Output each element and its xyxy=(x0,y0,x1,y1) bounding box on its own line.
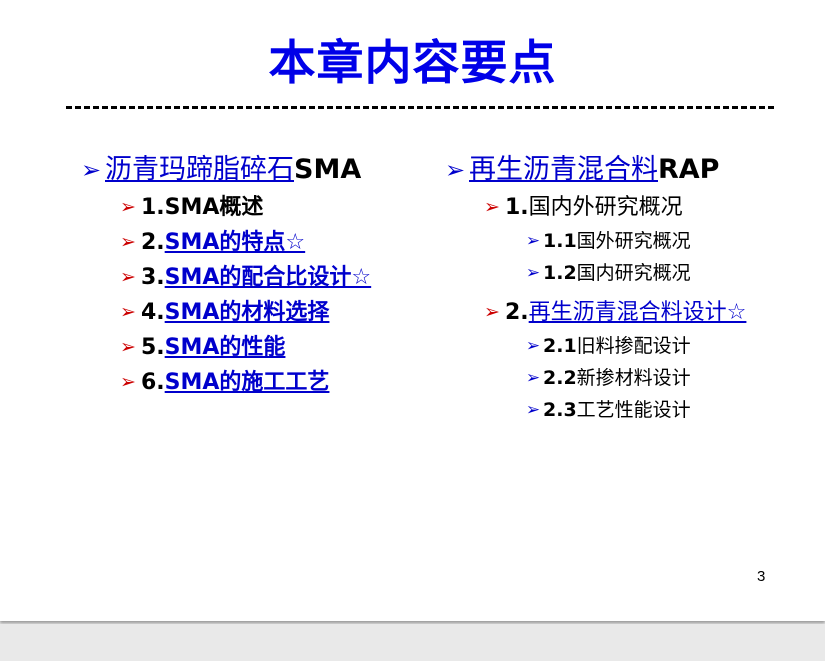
slide-title: 本章内容要点 xyxy=(268,36,557,91)
item-number: 1.2 xyxy=(543,262,577,284)
item-number: 2. xyxy=(141,230,165,255)
sub-list-item: ➢ 1.2国内研究概况 xyxy=(523,259,781,287)
right-column: ➢ 再生沥青混合料RAP ➢ 1.国内外研究概况 ➢ 1.1国外研究概况 ➢ 1… xyxy=(441,152,781,424)
arrowhead-outline-icon: ➢ xyxy=(120,336,136,358)
item-number: 2. xyxy=(505,300,529,325)
left-heading: ➢ 沥青玛蹄脂碎石SMA xyxy=(77,152,417,188)
arrowhead-outline-icon: ➢ xyxy=(120,231,136,253)
item-text: 旧料掺配设计 xyxy=(576,335,691,357)
sub-list-item: ➢ 2.3工艺性能设计 xyxy=(523,396,781,424)
arrowhead-outline-icon: ➢ xyxy=(444,156,466,184)
right-heading-suffix: RAP xyxy=(658,154,720,185)
item-text: SMA概述 xyxy=(164,195,264,220)
item-link[interactable]: SMA的施工工艺 xyxy=(165,370,330,395)
list-item: ➢ 4.SMA的材料选择 xyxy=(115,297,417,328)
sub-list-item: ➢ 1.1国外研究概况 xyxy=(523,227,781,255)
sub-list-item: ➢ 2.1旧料掺配设计 xyxy=(523,332,781,360)
left-heading-suffix: SMA xyxy=(294,154,362,185)
item-link[interactable]: 再生沥青混合料设计☆ xyxy=(529,300,747,325)
arrowhead-outline-icon: ➢ xyxy=(120,371,136,393)
item-text: 新掺材料设计 xyxy=(576,367,691,389)
item-number: 3. xyxy=(141,265,165,290)
right-heading-link[interactable]: 再生沥青混合料 xyxy=(469,154,658,185)
list-item: ➢ 5.SMA的性能 xyxy=(115,332,417,363)
item-number: 1. xyxy=(141,195,165,220)
title-divider xyxy=(66,106,774,109)
list-item: ➢ 3.SMA的配合比设计☆ xyxy=(115,262,417,293)
bottom-strip xyxy=(0,624,825,661)
item-number: 5. xyxy=(141,335,165,360)
item-number: 4. xyxy=(141,300,165,325)
list-item: ➢ 6.SMA的施工工艺 xyxy=(115,367,417,398)
slide: 本章内容要点 ➢ 沥青玛蹄脂碎石SMA ➢ 1.SMA概述 ➢ 2.SMA的特点… xyxy=(0,0,825,621)
arrowhead-outline-icon: ➢ xyxy=(484,301,500,323)
left-column: ➢ 沥青玛蹄脂碎石SMA ➢ 1.SMA概述 ➢ 2.SMA的特点☆ ➢ 3.S… xyxy=(77,152,417,398)
list-item: ➢ 2.再生沥青混合料设计☆ xyxy=(479,297,781,328)
right-heading: ➢ 再生沥青混合料RAP xyxy=(441,152,781,188)
item-number: 2.2 xyxy=(543,367,577,389)
arrowhead-outline-icon: ➢ xyxy=(120,301,136,323)
arrowhead-outline-icon: ➢ xyxy=(525,336,541,356)
arrowhead-outline-icon: ➢ xyxy=(120,196,136,218)
item-number: 1.1 xyxy=(543,230,577,252)
arrowhead-outline-icon: ➢ xyxy=(525,231,541,251)
list-item: ➢ 2.SMA的特点☆ xyxy=(115,227,417,258)
item-link[interactable]: SMA的配合比设计☆ xyxy=(165,265,372,290)
item-text: 国内研究概况 xyxy=(576,262,691,284)
item-number: 2.3 xyxy=(543,399,577,421)
item-number: 2.1 xyxy=(543,335,577,357)
item-number: 6. xyxy=(141,370,165,395)
arrowhead-outline-icon: ➢ xyxy=(525,400,541,420)
list-item: ➢ 1.国内外研究概况 xyxy=(479,192,781,223)
sub-list-item: ➢ 2.2新掺材料设计 xyxy=(523,364,781,392)
item-link[interactable]: SMA的特点☆ xyxy=(165,230,306,255)
item-number: 1. xyxy=(505,195,529,220)
item-text: 国内外研究概况 xyxy=(528,195,683,220)
list-item: ➢ 1.SMA概述 xyxy=(115,192,417,223)
item-link[interactable]: SMA的性能 xyxy=(165,335,286,360)
item-text: 工艺性能设计 xyxy=(576,399,691,421)
left-heading-link[interactable]: 沥青玛蹄脂碎石 xyxy=(105,154,294,185)
page-number: 3 xyxy=(757,568,766,585)
arrowhead-outline-icon: ➢ xyxy=(80,156,102,184)
item-link[interactable]: SMA的材料选择 xyxy=(165,300,330,325)
arrowhead-outline-icon: ➢ xyxy=(484,196,500,218)
arrowhead-outline-icon: ➢ xyxy=(525,263,541,283)
arrowhead-outline-icon: ➢ xyxy=(525,368,541,388)
item-text: 国外研究概况 xyxy=(576,230,691,252)
arrowhead-outline-icon: ➢ xyxy=(120,266,136,288)
